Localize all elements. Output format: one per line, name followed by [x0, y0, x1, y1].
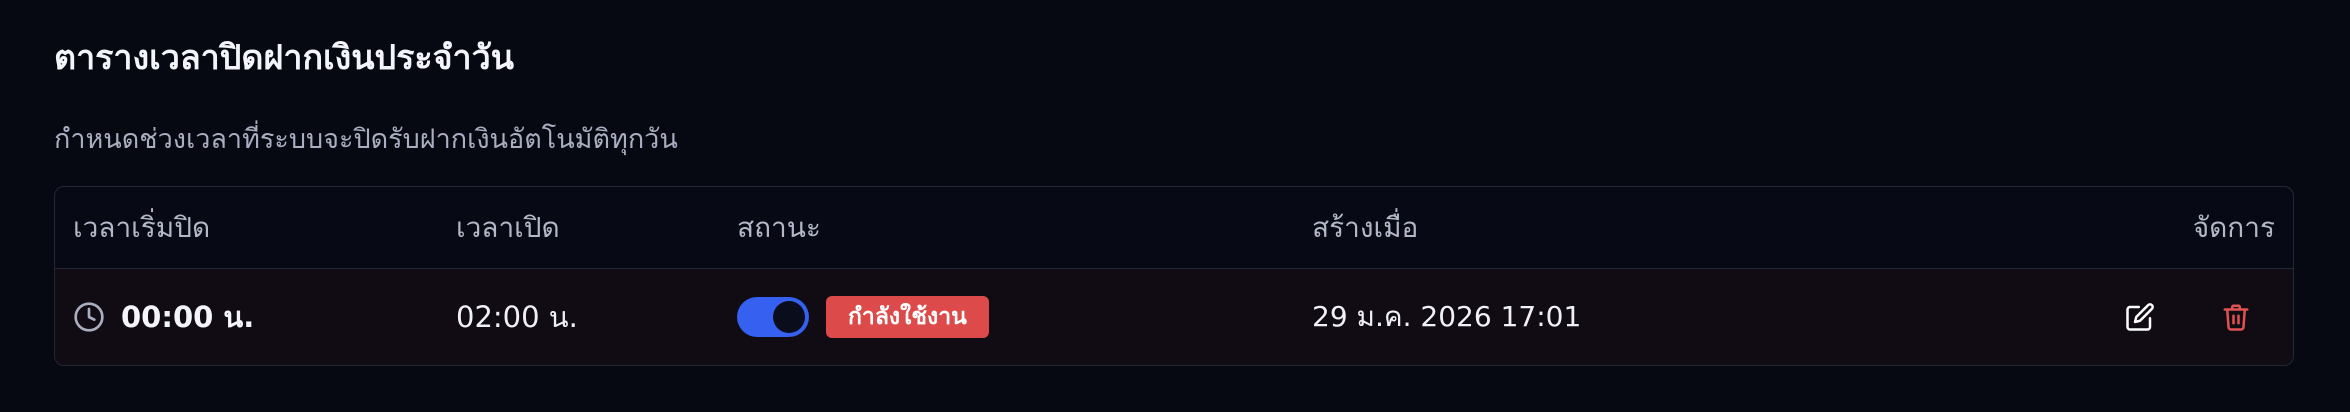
schedule-table: เวลาเริ่มปิด เวลาเปิด สถานะ สร้างเมื่อ จ…: [54, 186, 2294, 366]
start-time-cell: 00:00 น.: [73, 269, 254, 365]
column-header-open-time: เวลาเปิด: [456, 211, 560, 244]
page-subtitle: กำหนดช่วงเวลาที่ระบบจะปิดรับฝากเงินอัตโน…: [54, 124, 678, 155]
schedule-page: ตารางเวลาปิดฝากเงินประจำวัน กำหนดช่วงเวล…: [0, 0, 2350, 412]
start-time-value: 00:00 น.: [121, 300, 255, 334]
toggle-knob: [773, 301, 805, 333]
column-header-start-time: เวลาเริ่มปิด: [73, 211, 211, 244]
delete-button[interactable]: [2216, 297, 2256, 337]
edit-icon: [2125, 302, 2155, 332]
column-header-status: สถานะ: [737, 211, 821, 244]
trash-icon: [2221, 301, 2251, 333]
status-cell: กำลังใช้งาน: [737, 269, 989, 365]
status-badge: กำลังใช้งาน: [826, 296, 989, 338]
column-header-created-at: สร้างเมื่อ: [1312, 211, 1419, 244]
clock-icon: [73, 301, 105, 333]
open-time-value: 02:00 น.: [456, 300, 578, 334]
page-title: ตารางเวลาปิดฝากเงินประจำวัน: [54, 38, 514, 78]
edit-button[interactable]: [2120, 297, 2160, 337]
status-toggle[interactable]: [737, 297, 809, 337]
table-row: 00:00 น. 02:00 น. กำลังใช้งาน 29 ม.ค. 20…: [55, 269, 2293, 365]
created-at-value: 29 ม.ค. 2026 17:01: [1312, 300, 1582, 333]
column-header-actions: จัดการ: [2192, 211, 2275, 244]
table-header: เวลาเริ่มปิด เวลาเปิด สถานะ สร้างเมื่อ จ…: [55, 187, 2293, 269]
